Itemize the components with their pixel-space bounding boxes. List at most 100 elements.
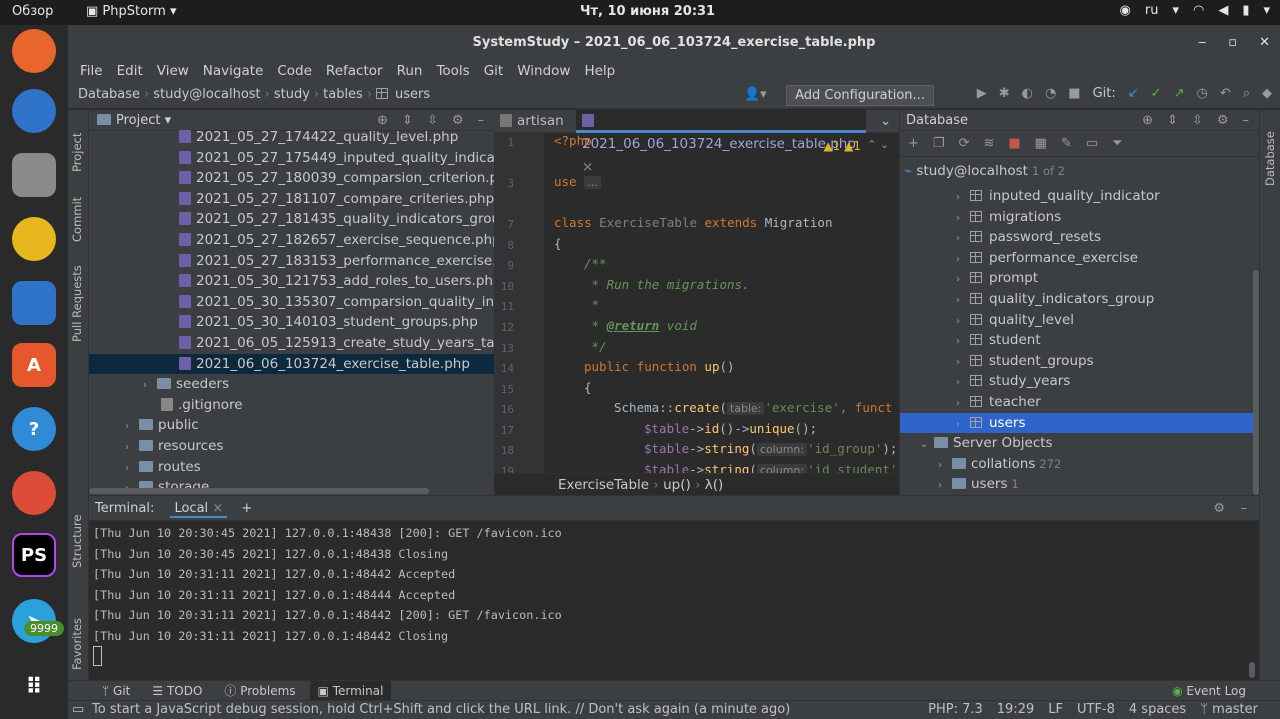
new-terminal-icon[interactable]: + bbox=[241, 501, 252, 516]
git-push-icon[interactable]: ↗ bbox=[1174, 86, 1185, 101]
expand-arrow-icon[interactable]: › bbox=[143, 376, 157, 397]
schema-icon[interactable]: ≋ bbox=[983, 136, 994, 151]
tree-folder[interactable]: › resources bbox=[89, 436, 494, 457]
tool-tab-git[interactable]: ᛘ Git bbox=[94, 684, 138, 698]
expand-arrow-icon[interactable]: ⌄ bbox=[920, 435, 934, 456]
panel-toggle-icon[interactable]: ▭ bbox=[72, 701, 84, 719]
tree-file[interactable]: 2021_05_27_183153_performance_exercise.p… bbox=[89, 251, 494, 272]
expand-arrow-icon[interactable]: › bbox=[956, 415, 970, 436]
menu-run[interactable]: Run bbox=[390, 60, 430, 82]
tab-list-chevron-icon[interactable]: ⌄ bbox=[874, 110, 891, 133]
volume-icon[interactable]: ◀ bbox=[1218, 3, 1228, 18]
add-configuration-button[interactable]: Add Configuration... bbox=[786, 85, 934, 106]
inspections-widget[interactable]: ▲1 ▲1 bbox=[823, 139, 861, 153]
horizontal-scrollbar[interactable] bbox=[89, 488, 429, 494]
minimize-icon[interactable]: ‒ bbox=[1198, 25, 1206, 60]
tool-tab-structure[interactable]: Structure bbox=[70, 515, 84, 569]
tool-tab-problems[interactable]: ⓘ Problems bbox=[216, 682, 303, 699]
expand-arrow-icon[interactable]: › bbox=[956, 373, 970, 394]
line-separator[interactable]: LF bbox=[1048, 701, 1063, 719]
menu-help[interactable]: Help bbox=[577, 60, 622, 82]
filter-icon[interactable]: ⏷ bbox=[1112, 136, 1122, 151]
tool-tab-commit[interactable]: Commit bbox=[70, 197, 84, 242]
tool-tab-todo[interactable]: ☰ TODO bbox=[144, 684, 210, 698]
tool-tab-favorites[interactable]: Favorites bbox=[70, 618, 84, 670]
edit-icon[interactable]: ✎ bbox=[1061, 136, 1072, 151]
db-table-student[interactable]: › student bbox=[900, 330, 1259, 351]
wifi-icon[interactable]: ◠ bbox=[1193, 3, 1204, 18]
maximize-icon[interactable]: ▫ bbox=[1228, 25, 1237, 60]
breadcrumb-database[interactable]: Database bbox=[78, 87, 140, 102]
debug-icon[interactable]: ✱ bbox=[999, 86, 1010, 101]
db-users-node[interactable]: › users 1 bbox=[900, 474, 1259, 495]
stop-icon[interactable]: ■ bbox=[1008, 136, 1020, 151]
code-area[interactable]: ▲1 ▲1 ⌃ ⌄ <?php use ... class ExerciseTa… bbox=[494, 133, 899, 477]
tree-file[interactable]: 2021_05_27_175449_inputed_quality_indica… bbox=[89, 148, 494, 169]
battery-icon[interactable]: ▮ bbox=[1242, 3, 1249, 18]
tool-tab-database[interactable]: Database bbox=[1263, 131, 1277, 186]
history-icon[interactable]: ◷ bbox=[1196, 86, 1207, 101]
tree-folder[interactable]: › seeders bbox=[89, 374, 494, 395]
menu-view[interactable]: View bbox=[150, 60, 196, 82]
rollback-icon[interactable]: ↶ bbox=[1220, 86, 1231, 101]
files-icon[interactable] bbox=[12, 153, 56, 197]
close-icon[interactable]: × bbox=[212, 501, 223, 516]
event-log-button[interactable]: ◉ Event Log bbox=[1172, 684, 1246, 698]
profile-icon[interactable]: ◔ bbox=[1045, 86, 1056, 101]
search-icon[interactable]: ⌕ bbox=[1243, 86, 1250, 101]
status-message[interactable]: To start a JavaScript debug session, hol… bbox=[92, 702, 790, 717]
breadcrumb-schema[interactable]: study bbox=[274, 87, 310, 102]
db-table-inputed-quality-indicator[interactable]: › inputed_quality_indicator bbox=[900, 186, 1259, 207]
db-table-migrations[interactable]: › migrations bbox=[900, 207, 1259, 228]
tree-file[interactable]: 2021_05_27_180039_comparsion_criterion.p… bbox=[89, 168, 494, 189]
tab-artisan[interactable]: artisan × bbox=[494, 110, 574, 152]
menu-window[interactable]: Window bbox=[510, 60, 577, 82]
menu-edit[interactable]: Edit bbox=[110, 60, 150, 82]
expand-arrow-icon[interactable]: › bbox=[956, 312, 970, 333]
tree-file[interactable]: 2021_06_05_125913_create_study_years_tab… bbox=[89, 333, 494, 354]
db-table-student-groups[interactable]: › student_groups bbox=[900, 351, 1259, 372]
expand-arrow-icon[interactable]: › bbox=[938, 456, 952, 477]
db-table-teacher[interactable]: › teacher bbox=[900, 392, 1259, 413]
terminal-tab-local[interactable]: Local × bbox=[170, 501, 228, 518]
expand-arrow-icon[interactable]: › bbox=[956, 353, 970, 374]
breadcrumb-users[interactable]: users bbox=[376, 87, 430, 102]
tool-tab-pull-requests[interactable]: Pull Requests bbox=[70, 265, 84, 342]
stop-icon[interactable]: ■ bbox=[1068, 86, 1080, 101]
tree-file[interactable]: 2021_06_06_103724_exercise_table.php bbox=[89, 353, 494, 375]
software-center-icon[interactable]: A bbox=[12, 343, 56, 387]
help-icon[interactable]: ? bbox=[12, 407, 56, 451]
db-table-prompt[interactable]: › prompt bbox=[900, 268, 1259, 289]
db-table-users[interactable]: › users bbox=[900, 412, 1259, 436]
user-icon[interactable]: 👤▾ bbox=[744, 87, 767, 102]
tree-file[interactable]: .gitignore bbox=[89, 395, 494, 416]
expand-arrow-icon[interactable]: › bbox=[956, 332, 970, 353]
coverage-icon[interactable]: ◐ bbox=[1022, 86, 1033, 101]
expand-arrow-icon[interactable]: › bbox=[956, 209, 970, 230]
git-commit-icon[interactable]: ✓ bbox=[1151, 86, 1162, 101]
expand-arrow-icon[interactable]: › bbox=[956, 229, 970, 250]
menu-code[interactable]: Code bbox=[270, 60, 319, 82]
tree-file[interactable]: 2021_05_27_181435_quality_indicators_gro… bbox=[89, 209, 494, 230]
expand-arrow-icon[interactable]: › bbox=[956, 270, 970, 291]
sync-icon[interactable]: ◉ bbox=[1120, 3, 1131, 18]
hide-icon[interactable]: – bbox=[1241, 496, 1248, 521]
menu-file[interactable]: File bbox=[73, 60, 110, 82]
tree-file[interactable]: 2021_05_27_182657_exercise_sequence.php bbox=[89, 230, 494, 251]
tree-folder[interactable]: › routes bbox=[89, 457, 494, 478]
chrome-icon[interactable] bbox=[12, 471, 56, 515]
db-table-quality-indicators-group[interactable]: › quality_indicators_group bbox=[900, 289, 1259, 310]
tool-tab-terminal[interactable]: ▣ Terminal bbox=[309, 680, 392, 701]
crumb-class[interactable]: ExerciseTable bbox=[558, 477, 649, 493]
db-table-study-years[interactable]: › study_years bbox=[900, 371, 1259, 392]
locate-icon[interactable]: ⊕ bbox=[1142, 110, 1153, 131]
php-version[interactable]: PHP: 7.3 bbox=[928, 701, 983, 719]
activities-button[interactable]: Обзор bbox=[12, 4, 53, 19]
crumb-closure[interactable]: λ() bbox=[705, 477, 724, 493]
run-icon[interactable]: ▶ bbox=[977, 86, 987, 101]
thunderbird-icon[interactable] bbox=[12, 89, 56, 133]
app-menu[interactable]: ▣ PhpStorm ▾ bbox=[86, 4, 177, 19]
expand-arrow-icon[interactable]: › bbox=[125, 459, 139, 480]
file-encoding[interactable]: UTF-8 bbox=[1077, 701, 1115, 719]
tree-folder[interactable]: › public bbox=[89, 415, 494, 436]
